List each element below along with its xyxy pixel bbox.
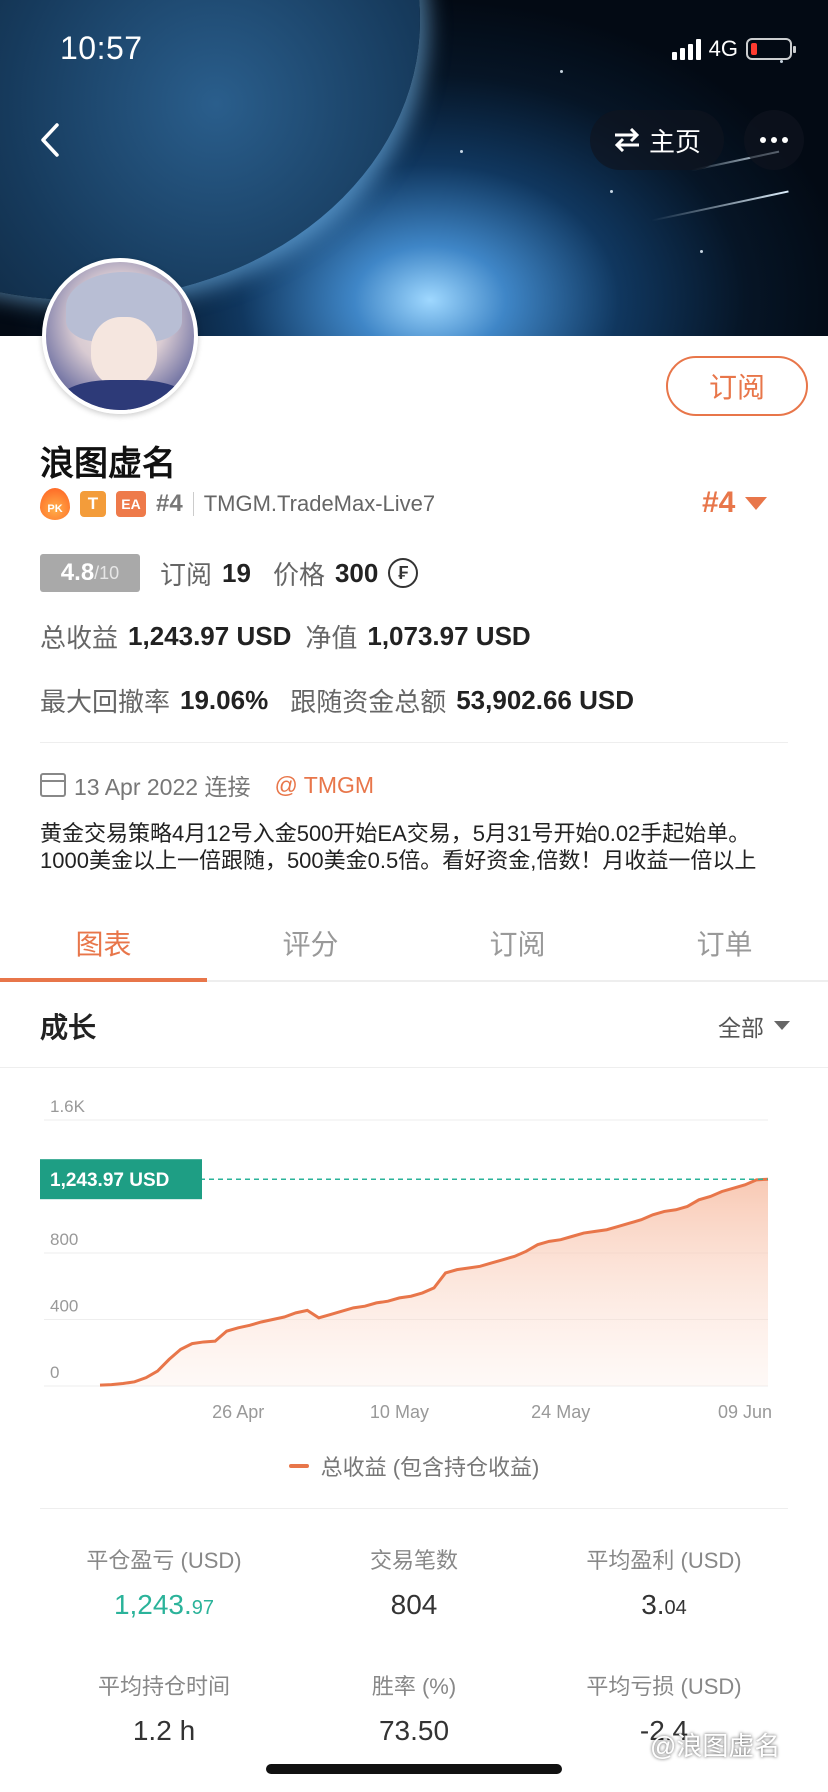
network-type: 4G	[708, 36, 738, 61]
y-tick-label: 400	[50, 1297, 78, 1316]
x-tick-label: 10 May	[370, 1402, 429, 1422]
total-profit-value: 1,243.97 USD	[128, 621, 292, 651]
y-tick-label: 800	[50, 1230, 78, 1249]
score-badge: 4.8/10	[40, 554, 140, 592]
star	[700, 250, 703, 253]
price-value: 300	[334, 557, 379, 588]
x-tick-label: 24 May	[531, 1402, 590, 1422]
tab-bar: 图表 评分 订阅 订单	[0, 906, 828, 982]
rank-dropdown[interactable]: #4	[702, 486, 768, 520]
back-button[interactable]	[22, 108, 78, 172]
calendar-icon	[40, 773, 66, 797]
chart-legend: 总收益 (包含持仓收益)	[0, 1450, 828, 1482]
rank-value: #4	[702, 486, 736, 519]
net-value-label: 净值	[305, 623, 358, 653]
tab-rating[interactable]: 评分	[207, 906, 414, 980]
metric-avg-hold-time: 平均持仓时间 1.2 h	[40, 1669, 288, 1747]
metric-value: 73.50	[378, 1715, 450, 1746]
chevron-left-icon	[41, 123, 59, 157]
star	[610, 190, 613, 193]
t-badge: T	[80, 491, 106, 517]
x-tick-label: 26 Apr	[212, 1402, 264, 1422]
growth-section-header: 成长 全部	[0, 984, 828, 1068]
metric-trade-count: 交易笔数 804	[290, 1543, 538, 1621]
score-max: /10	[94, 562, 120, 583]
legend-swatch	[288, 1464, 309, 1468]
tab-chart[interactable]: 图表	[0, 906, 207, 982]
profit-row: 总收益 1,243.97 USD 净值 1,073.97 USD	[40, 618, 531, 655]
total-profit-label: 总收益	[40, 623, 119, 653]
pk-flame-icon: PK	[40, 488, 70, 520]
caret-down-icon	[774, 1021, 790, 1030]
rank-small: #4	[156, 490, 183, 517]
x-tick-label: 09 Jun	[718, 1402, 772, 1422]
metric-value: 3.04	[641, 1589, 687, 1620]
strategy-description: 黄金交易策略4月12号入金500开始EA交易，5月31号开始0.02手起始单。1…	[40, 821, 757, 873]
subscribe-count: 19	[222, 557, 251, 588]
metric-win-rate: 胜率 (%) 73.50	[290, 1669, 538, 1747]
badge-row: PK T EA #4 TMGM.TradeMax-Live7	[40, 488, 435, 520]
metric-label: 平仓盈亏 (USD)	[86, 1548, 242, 1573]
caret-down-icon	[745, 496, 768, 510]
score-row: 4.8/10 订阅 19 价格 300 ₣	[40, 554, 419, 592]
current-value-tag: 1,243.97 USD	[40, 1159, 202, 1200]
more-icon	[760, 137, 766, 143]
status-indicators: 4G	[671, 36, 796, 62]
y-tick-label: 0	[50, 1363, 59, 1382]
range-filter-label: 全部	[718, 1014, 764, 1041]
connected-date: 13 Apr 2022 连接	[74, 774, 251, 800]
growth-chart: 1,243.97 USD 0 400 800 1.6K 26 Apr 10 May 24 M…	[40, 1097, 772, 1422]
subscribe-button[interactable]: 订阅	[666, 356, 808, 416]
price-label: 价格	[272, 559, 325, 590]
divider	[192, 492, 194, 516]
tab-orders[interactable]: 订单	[621, 906, 828, 980]
home-button-label: 主页	[648, 126, 701, 157]
subscribe-count-label: 订阅	[160, 559, 213, 590]
home-indicator[interactable]	[266, 1764, 562, 1774]
swap-icon	[614, 128, 640, 152]
range-filter[interactable]: 全部	[718, 1009, 790, 1043]
metric-label: 胜率 (%)	[371, 1674, 457, 1699]
max-drawdown-value: 19.06%	[180, 685, 269, 715]
net-value: 1,073.97 USD	[367, 621, 531, 651]
shooting-star	[651, 190, 789, 222]
y-tick-label: 1.6K	[50, 1097, 86, 1116]
drawdown-row: 最大回撤率 19.06% 跟随资金总额 53,902.66 USD	[40, 682, 634, 719]
battery-icon	[746, 38, 796, 60]
metric-value: 804	[390, 1589, 438, 1620]
status-time: 10:57	[60, 30, 143, 66]
star	[560, 70, 563, 73]
metric-value: 1,243.97	[113, 1589, 215, 1620]
score-value: 4.8	[60, 559, 95, 586]
coin-icon: ₣	[388, 558, 419, 588]
star	[460, 150, 463, 153]
max-drawdown-label: 最大回撤率	[40, 687, 171, 717]
home-button[interactable]: 主页	[590, 110, 724, 170]
ea-badge: EA	[116, 491, 146, 517]
section-title: 成长	[40, 1011, 97, 1043]
metric-label: 交易笔数	[369, 1548, 458, 1573]
more-button[interactable]	[744, 110, 804, 170]
legend-label: 总收益 (包含持仓收益)	[320, 1455, 540, 1480]
metric-label: 平均持仓时间	[97, 1674, 230, 1699]
signal-icon	[671, 38, 701, 60]
metrics-grid: 平仓盈亏 (USD) 1,243.97 交易笔数 804 平均盈利 (USD) …	[40, 1508, 788, 1746]
divider	[40, 742, 788, 743]
watermark: @浪图虚名	[650, 1731, 781, 1761]
follow-funds-label: 跟随资金总额	[290, 687, 447, 717]
metric-closed-pnl: 平仓盈亏 (USD) 1,243.97	[40, 1543, 288, 1621]
metric-avg-profit: 平均盈利 (USD) 3.04	[540, 1543, 788, 1621]
profile-name: 浪图虚名	[40, 445, 176, 483]
follow-funds-value: 53,902.66 USD	[456, 685, 635, 715]
metric-label: 平均盈利 (USD)	[586, 1548, 742, 1573]
avatar[interactable]	[42, 258, 198, 414]
metric-label: 平均亏损 (USD)	[586, 1674, 742, 1699]
broker-link[interactable]: @ TMGM	[274, 772, 374, 799]
connect-row: 13 Apr 2022 连接 @ TMGM	[40, 768, 374, 802]
metric-value: 1.2 h	[132, 1715, 196, 1746]
tab-subscriptions[interactable]: 订阅	[414, 906, 621, 980]
server-name: TMGM.TradeMax-Live7	[203, 491, 436, 516]
svg-text:1,243.97 USD: 1,243.97 USD	[50, 1170, 169, 1191]
